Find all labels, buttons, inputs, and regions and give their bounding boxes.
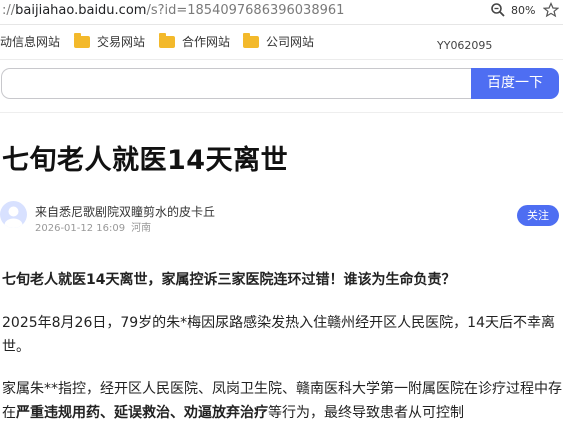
watermark-code: YY062095 bbox=[437, 39, 493, 52]
zoom-icon[interactable] bbox=[490, 2, 506, 18]
search-input[interactable] bbox=[1, 68, 471, 99]
article-lead: 七旬老人就医14天离世，家属控诉三家医院连环过错！谁该为生命负责？ bbox=[2, 272, 456, 288]
bold-text: 、 bbox=[100, 405, 114, 421]
zoom-level[interactable]: 80% bbox=[511, 4, 535, 17]
address-bar[interactable]: ://baijiahao.baidu.com/s?id=185409768639… bbox=[0, 0, 563, 25]
publish-meta: 2026-01-12 16:09 河南 bbox=[35, 219, 151, 234]
article-paragraph: 家属朱**指控，经开区人民医院、凤岗卫生院、赣南医科大学第一附属医院在诊疗过程中… bbox=[2, 377, 562, 425]
divider bbox=[0, 112, 563, 113]
bookmark-label: 交易网站 bbox=[97, 35, 146, 49]
bold-text: 严重违规用药 bbox=[16, 405, 100, 421]
bookmark-folder[interactable]: 合作网站 bbox=[159, 32, 231, 50]
follow-button[interactable]: 关注 bbox=[517, 205, 559, 226]
publish-location: 河南 bbox=[131, 223, 152, 234]
bookmark-label: 公司网站 bbox=[266, 35, 315, 49]
url-path: /s?id=1854097686396038961 bbox=[146, 3, 345, 18]
folder-icon bbox=[74, 32, 90, 48]
avatar[interactable] bbox=[0, 201, 27, 228]
folder-icon bbox=[243, 32, 259, 48]
bold-text: 延误救治 bbox=[114, 405, 170, 421]
article-paragraph: 2025年8月26日，79岁的朱*梅因尿路感染发热入住赣州经开区人民医院，14天… bbox=[2, 315, 555, 355]
article-title: 七旬老人就医14天离世 bbox=[2, 145, 289, 176]
bookmark-item[interactable]: 动信息网站 bbox=[0, 33, 60, 50]
bookmark-label: 合作网站 bbox=[182, 35, 231, 49]
author-name[interactable]: 来自悉尼歌剧院双瞳剪水的皮卡丘 bbox=[35, 203, 215, 220]
url-scheme: :// bbox=[2, 3, 16, 18]
folder-icon bbox=[159, 32, 175, 48]
bold-text: 、 bbox=[170, 405, 184, 421]
url-text[interactable]: ://baijiahao.baidu.com/s?id=185409768639… bbox=[2, 3, 344, 18]
url-host: baijiahao.baidu.com bbox=[15, 3, 147, 18]
bookmark-star-icon[interactable] bbox=[543, 2, 559, 18]
publish-date: 2026-01-12 16:09 bbox=[35, 223, 126, 234]
paragraph-text: 等行为，最终导致患者从可控制 bbox=[268, 405, 464, 421]
bookmark-label: 动信息网站 bbox=[0, 35, 61, 49]
bookmark-folder[interactable]: 交易网站 bbox=[74, 32, 146, 50]
bold-text: 劝逼放弃治疗 bbox=[184, 405, 268, 421]
bookmark-folder[interactable]: 公司网站 bbox=[243, 32, 315, 50]
search-button[interactable]: 百度一下 bbox=[471, 68, 559, 99]
avatar-icon bbox=[4, 206, 23, 228]
